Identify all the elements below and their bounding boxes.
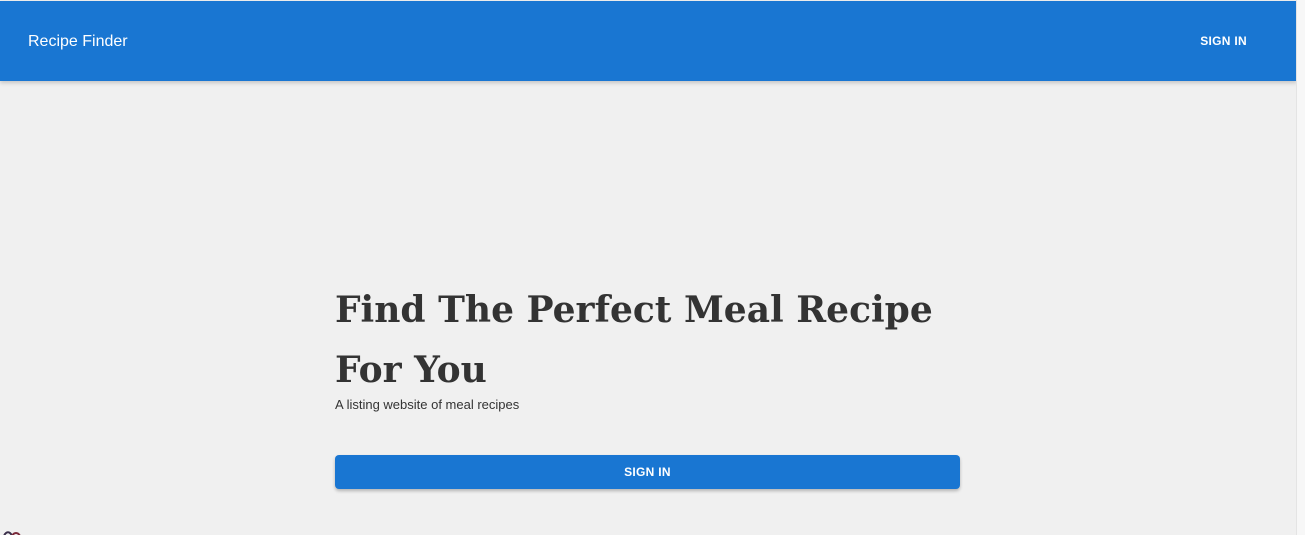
hero-title: Find The Perfect Meal Recipe For You (335, 289, 933, 391)
hero-section: Find The Perfect Meal Recipe For You A l… (335, 280, 960, 413)
brand-title[interactable]: Recipe Finder (28, 32, 128, 52)
vertical-scrollbar[interactable] (1296, 0, 1305, 535)
hero-sign-in-button[interactable]: SIGN IN (335, 455, 960, 489)
app-bar: Recipe Finder SIGN IN (0, 1, 1297, 81)
header-sign-in-button[interactable]: SIGN IN (1188, 27, 1259, 55)
page: Recipe Finder SIGN IN Find The Perfect M… (0, 0, 1305, 535)
hero-subtitle: A listing website of meal recipes (335, 397, 520, 412)
corner-decoration-icon (3, 531, 21, 535)
